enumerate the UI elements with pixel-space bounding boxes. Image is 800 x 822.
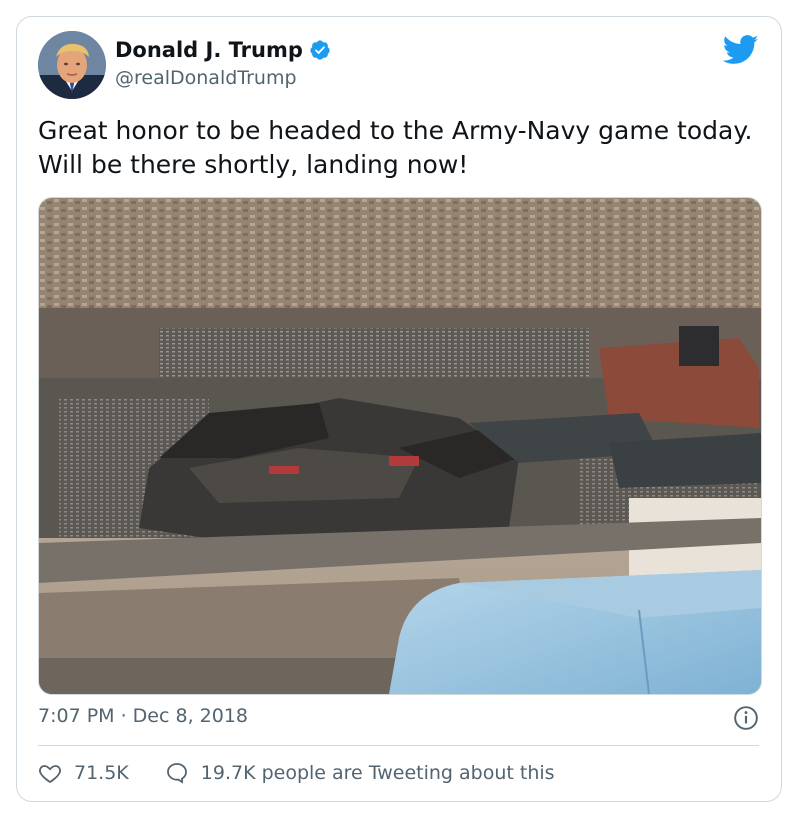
tweet-stats: 71.5K 19.7K people are Tweeting about th… [38, 761, 555, 785]
conversation-count: 19.7K people are Tweeting about this [200, 762, 555, 784]
tweet-media[interactable] [38, 197, 762, 695]
like-count: 71.5K [74, 762, 129, 784]
heart-icon[interactable] [38, 761, 62, 785]
verified-badge-icon [310, 40, 330, 60]
tweet-text: Great honor to be headed to the Army-Nav… [38, 116, 753, 179]
tweet-timestamp[interactable]: 7:07 PM · Dec 8, 2018 [38, 705, 248, 727]
avatar[interactable] [38, 31, 106, 99]
aerial-stadium-photo [39, 198, 761, 694]
info-icon[interactable] [733, 705, 759, 731]
author-handle[interactable]: @realDonaldTrump [115, 67, 297, 89]
tweet-card[interactable]: Donald J. Trump @realDonaldTrump Great h… [16, 16, 782, 802]
author-name-row[interactable]: Donald J. Trump [115, 38, 331, 62]
twitter-bird-icon[interactable] [723, 35, 759, 65]
display-name[interactable]: Donald J. Trump [115, 38, 303, 62]
conversation-stat[interactable]: 19.7K people are Tweeting about this [165, 761, 555, 785]
avatar-photo [38, 31, 106, 99]
divider [38, 745, 759, 746]
like-stat[interactable]: 71.5K [38, 761, 129, 785]
reply-bubble-icon[interactable] [165, 761, 189, 785]
